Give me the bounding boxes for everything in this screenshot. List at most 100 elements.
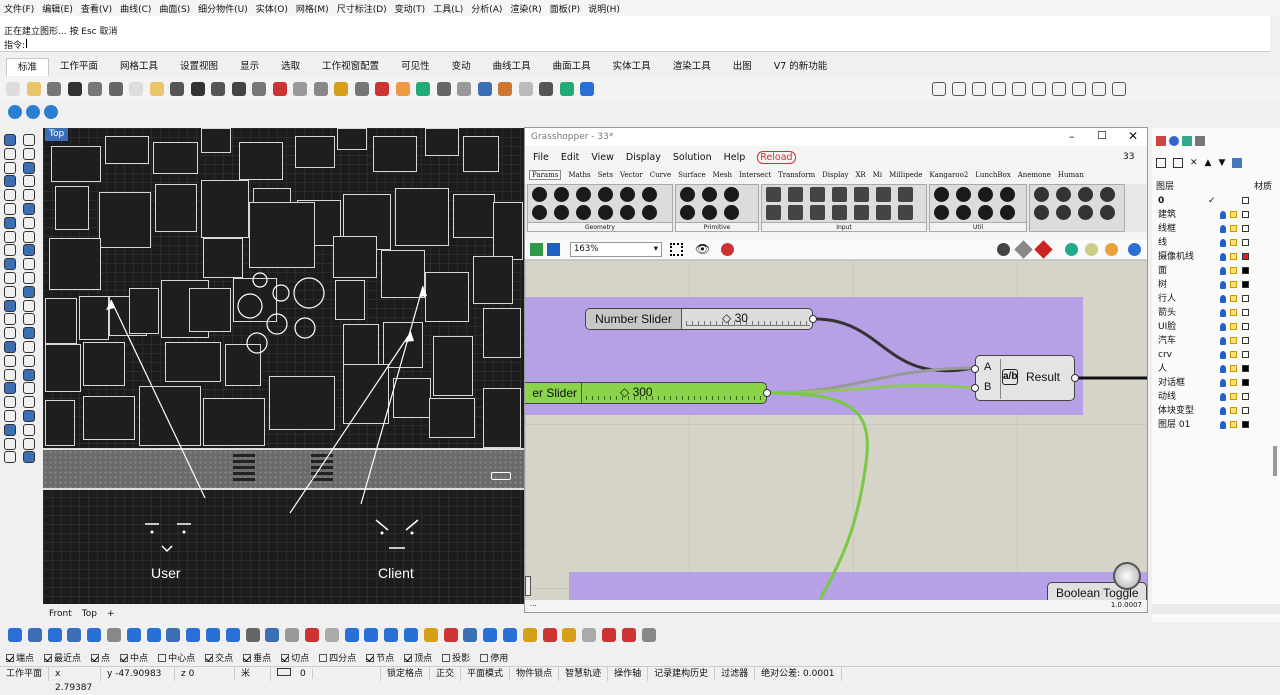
gumball-tool-icon[interactable] [932,82,946,96]
tool-icon[interactable] [562,628,577,642]
number-slider-2[interactable]: er Slider ◇ 300 [525,382,771,404]
osnap-icon[interactable] [8,105,22,119]
gh-component-icon[interactable] [680,187,695,202]
tool-icon[interactable] [542,628,557,642]
bulb-icon[interactable] [1220,309,1226,317]
tool-icon[interactable] [67,628,82,642]
checkbox[interactable] [6,653,14,662]
tool-icon[interactable] [231,82,246,96]
checkbox[interactable] [120,653,129,662]
ribbon-tab[interactable]: 出图 [722,58,763,76]
left-tool-icon[interactable] [23,216,35,229]
gh-component-icon[interactable] [1100,187,1115,202]
tool-icon[interactable] [26,82,41,96]
left-tool-icon[interactable] [23,272,35,284]
tool-icon[interactable] [293,82,307,96]
bake-icon[interactable] [1065,243,1078,256]
gh-component-icon[interactable] [620,187,635,202]
left-tool-icon[interactable] [4,354,16,367]
left-tool-icon[interactable] [4,313,16,326]
lock-icon[interactable] [1230,309,1237,316]
layer-color-swatch[interactable] [1242,239,1249,246]
menu-item[interactable]: 实体(O) [256,2,288,15]
status-toggle[interactable]: 操作轴 [608,666,649,681]
open-icon[interactable] [530,243,543,256]
tool-icon[interactable] [395,82,410,96]
gumball-tool-icon[interactable] [1032,82,1046,96]
menu-item[interactable]: 编辑(E) [42,2,73,15]
osnap-toggle[interactable]: 节点 [366,651,394,664]
layer-color-swatch[interactable] [1242,197,1249,204]
tool-icon[interactable] [245,628,260,642]
gh-component-icon[interactable] [724,205,739,220]
gh-component-icon[interactable] [554,205,569,220]
ribbon-tab[interactable]: 渲染工具 [662,58,722,76]
tool-icon[interactable] [225,628,240,642]
left-tool-icon[interactable] [23,382,35,395]
ribbon-tab[interactable]: 曲面工具 [542,58,602,76]
gh-tab[interactable]: Intersect [739,171,771,179]
gh-component-icon[interactable] [832,187,847,202]
globe-icon[interactable] [1128,243,1141,256]
checkbox[interactable] [205,653,214,662]
tool-icon[interactable] [522,628,537,642]
checkbox[interactable] [442,653,451,662]
left-tool-icon[interactable] [4,423,16,436]
layer-row[interactable]: 汽车 [1158,334,1278,348]
tool-icon[interactable] [265,628,280,642]
left-tool-icon[interactable] [4,134,16,146]
gh-component-icon[interactable] [810,187,825,202]
ribbon-tab[interactable]: V7 的新功能 [763,58,839,76]
layer-row[interactable]: 人 [1158,362,1278,376]
gh-component-icon[interactable] [876,187,891,202]
bulb-icon[interactable] [1220,225,1226,233]
menu-item[interactable]: 曲线(C) [120,2,151,15]
panel-tab-icon[interactable] [1169,136,1179,146]
left-tool-icon[interactable] [4,382,16,395]
gh-menu-item[interactable]: File [533,152,549,163]
tool-icon[interactable] [354,82,369,96]
gh-menu-item[interactable]: Help [724,152,746,163]
layer-row[interactable]: 动线 [1158,390,1278,404]
gumball-tool-icon[interactable] [1092,82,1106,96]
tool-icon[interactable] [416,82,430,96]
layer-color-swatch[interactable] [1242,281,1249,288]
status-toggle[interactable]: 记录建构历史 [648,666,716,681]
lock-icon[interactable] [1230,379,1237,386]
lock-icon[interactable] [1230,337,1237,344]
filter-icon[interactable] [1232,158,1243,168]
bulb-icon[interactable] [1220,393,1226,401]
gh-tab[interactable]: Millipede [889,171,922,179]
gh-tab[interactable]: Transform [778,171,815,179]
tool-icon[interactable] [149,82,164,96]
left-tool-icon[interactable] [23,410,35,422]
tool-icon[interactable] [107,628,121,642]
gh-component-icon[interactable] [642,187,657,202]
tool-icon[interactable] [457,82,471,96]
gh-component-icon[interactable] [832,205,847,220]
preview-shaded-icon[interactable] [997,243,1010,256]
gh-component-icon[interactable] [532,187,547,202]
osnap-toggle[interactable]: 端点 [6,651,34,664]
menu-item[interactable]: 变动(T) [395,2,426,15]
left-tool-icon[interactable] [23,258,35,271]
tool-icon[interactable] [602,628,616,642]
status-toggle[interactable]: 平面模式 [461,666,511,681]
tool-icon[interactable] [503,628,517,642]
gh-component-icon[interactable] [876,205,891,220]
menu-item[interactable]: 说明(H) [588,2,620,15]
gh-menu-item[interactable]: Solution [673,152,712,163]
sketch-icon[interactable] [721,243,734,256]
gh-tab[interactable]: Human [1058,171,1084,179]
left-tool-icon[interactable] [4,216,16,229]
status-toggle[interactable]: 过滤器 [715,666,756,681]
osnap-toggle[interactable]: 投影 [442,651,470,664]
left-tool-icon[interactable] [4,203,16,215]
layer-row[interactable]: 线 [1158,236,1278,250]
tool-icon[interactable] [146,628,161,642]
layer-color-swatch[interactable] [1242,211,1249,218]
gh-component-icon[interactable] [1078,187,1093,202]
new-layer-icon[interactable] [1156,158,1166,168]
left-tool-icon[interactable] [23,203,35,215]
menu-item[interactable]: 查看(V) [81,2,112,15]
